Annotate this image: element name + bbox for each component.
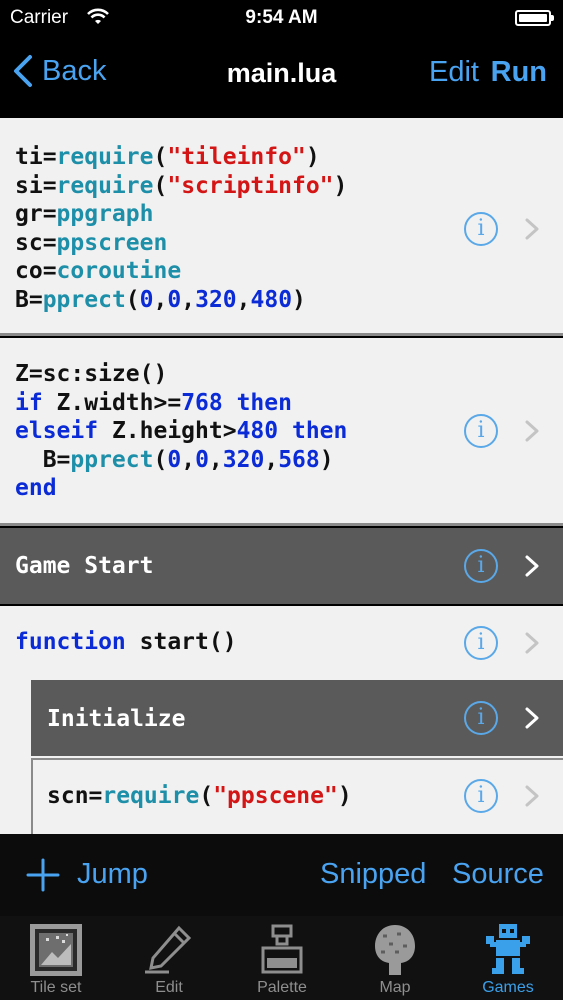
ink-bottle-icon xyxy=(261,924,303,974)
tab-label: Map xyxy=(379,979,411,996)
plus-icon[interactable] xyxy=(26,858,60,892)
section-label: Game Start xyxy=(15,553,154,579)
status-bar: Carrier 9:54 AM xyxy=(0,0,563,36)
tileset-icon xyxy=(30,924,82,976)
pencil-icon xyxy=(145,925,192,974)
info-icon[interactable]: i xyxy=(464,626,498,660)
navigation-bar: Back main.lua Edit Run xyxy=(0,36,563,112)
code-block-screen-size[interactable]: Z=sc:size() if Z.width>=768 then elseif … xyxy=(0,338,563,526)
section-initialize[interactable]: Initialize i xyxy=(31,680,563,756)
edit-button[interactable]: Edit xyxy=(429,56,479,89)
battery-fill xyxy=(519,14,547,22)
tab-map[interactable]: Map xyxy=(339,916,451,1000)
tab-bar: Tile set Edit Palette Map Games xyxy=(0,916,563,1000)
code-block-imports[interactable]: ti=require("tileinfo") si=require("scrip… xyxy=(0,118,563,336)
tab-tile-set[interactable]: Tile set xyxy=(0,916,112,1000)
section-label: Initialize xyxy=(47,706,186,732)
chevron-right-icon xyxy=(525,420,539,442)
code-text: Z=sc:size() if Z.width>=768 then elseif … xyxy=(15,361,348,501)
section-game-start[interactable]: Game Start i xyxy=(0,528,563,604)
tab-label: Palette xyxy=(257,979,307,996)
tab-label: Games xyxy=(482,979,534,996)
code-text: function start() xyxy=(15,629,237,655)
tab-palette[interactable]: Palette xyxy=(226,916,338,1000)
chevron-right-icon xyxy=(525,707,539,729)
chevron-right-icon xyxy=(525,218,539,240)
bottom-toolbar: Jump Snipped Source xyxy=(0,834,563,916)
tab-label: Tile set xyxy=(30,979,82,996)
code-block-require-scene[interactable]: scn=require("ppscene") i xyxy=(31,758,563,834)
snipped-button[interactable]: Snipped xyxy=(320,858,426,891)
clock: 9:54 AM xyxy=(245,7,318,28)
code-text: scn=require("ppscene") xyxy=(47,783,352,809)
chevron-right-icon xyxy=(525,785,539,807)
chevron-right-icon xyxy=(525,632,539,654)
info-icon[interactable]: i xyxy=(464,212,498,246)
tab-label: Edit xyxy=(155,979,183,996)
info-icon[interactable]: i xyxy=(464,701,498,735)
source-button[interactable]: Source xyxy=(452,858,544,891)
run-button[interactable]: Run xyxy=(491,56,547,89)
robot-icon xyxy=(486,924,530,974)
code-text: ti=require("tileinfo") si=require("scrip… xyxy=(15,144,348,313)
tab-edit[interactable]: Edit xyxy=(113,916,225,1000)
function-start-block[interactable]: function start() i Initialize i scn=requ… xyxy=(0,606,563,834)
tab-games[interactable]: Games xyxy=(452,916,563,1000)
script-block-list: ti=require("tileinfo") si=require("scrip… xyxy=(0,112,563,834)
info-icon[interactable]: i xyxy=(464,414,498,448)
info-icon[interactable]: i xyxy=(464,549,498,583)
info-icon[interactable]: i xyxy=(464,779,498,813)
chevron-right-icon xyxy=(525,555,539,577)
battery-icon xyxy=(515,10,554,26)
jump-button[interactable]: Jump xyxy=(77,858,148,891)
tree-icon xyxy=(375,925,415,975)
